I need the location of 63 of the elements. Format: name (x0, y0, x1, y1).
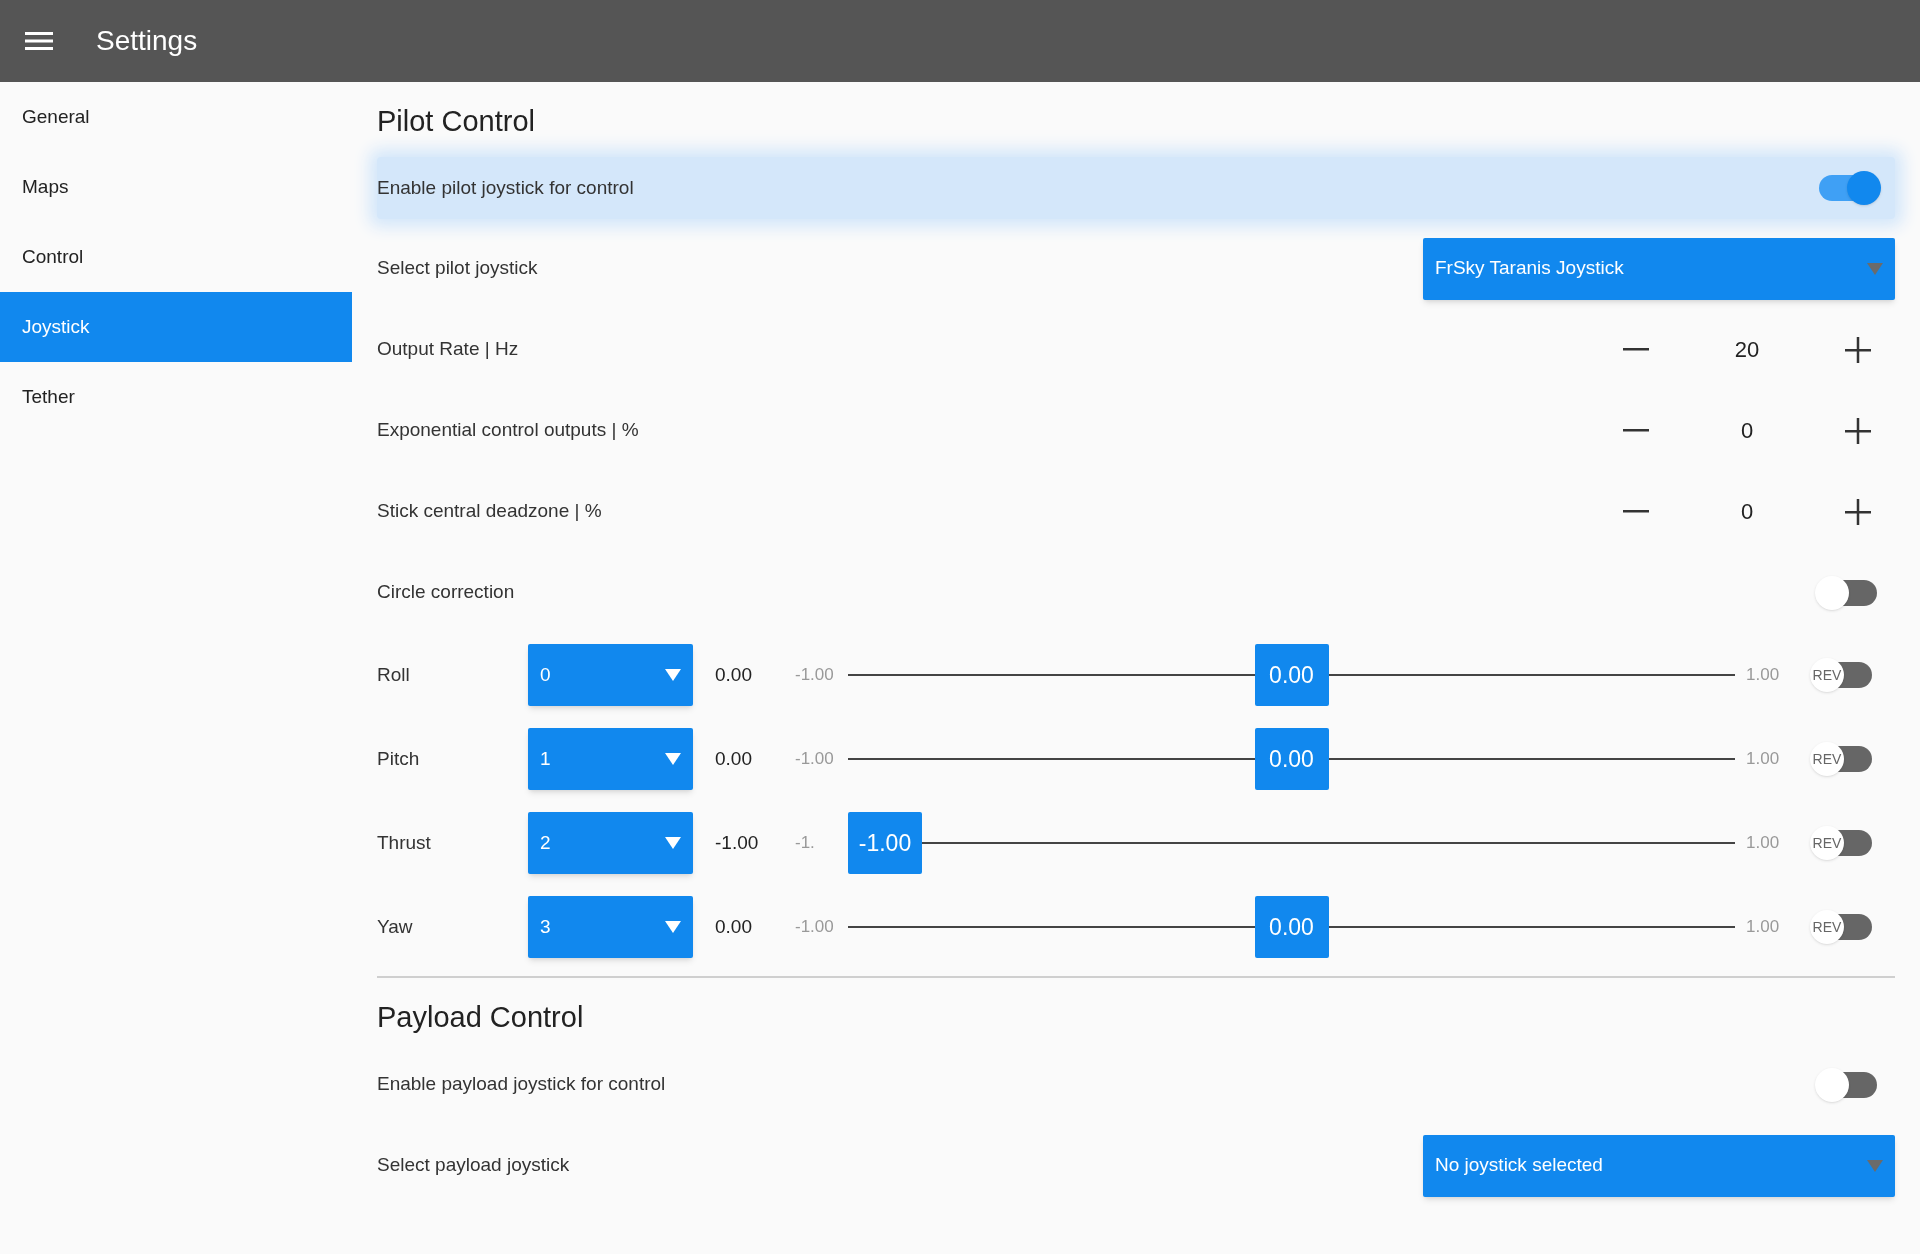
slider-min-label: -1.00 (795, 748, 835, 771)
axis-value: 0.00 (714, 746, 753, 771)
slider-min-label: -1.00 (795, 916, 835, 939)
plus-icon (1845, 417, 1871, 444)
setting-label: Circle correction (377, 580, 515, 605)
setting-label: Enable pilot joystick for control (377, 175, 634, 200)
caret-icon (1867, 1159, 1883, 1172)
slider-max-label: 1.00 (1745, 916, 1781, 939)
setting-label: Select pilot joystick (377, 256, 538, 281)
setting-label: Enable payload joystick for control (377, 1072, 666, 1097)
axis-value: 0.00 (714, 662, 753, 687)
menu-button[interactable] (24, 29, 54, 53)
caret-icon (1867, 262, 1883, 275)
sidebar-item[interactable]: Joystick (0, 292, 352, 362)
plus-icon (1845, 336, 1871, 363)
setting-label: Output Rate | Hz (377, 337, 519, 362)
axis-value: 0.00 (714, 914, 753, 939)
channel-dropdown[interactable]: 0 (528, 644, 693, 706)
slider-handle[interactable]: 0.00 (1254, 896, 1329, 958)
axis-label: Roll (377, 662, 411, 687)
minus-icon (1623, 510, 1649, 513)
slider-track[interactable]: 0.00 (848, 896, 1735, 958)
stepper-value: 0 (1739, 417, 1755, 445)
slider-min-label: -1.00 (795, 664, 835, 687)
channel-dropdown[interactable]: 2 (528, 812, 693, 874)
sidebar-item[interactable]: General (0, 82, 352, 152)
axis-label: Yaw (377, 914, 414, 939)
section-heading: Pilot Control (377, 104, 536, 140)
slider-track[interactable]: 0.00 (848, 644, 1735, 706)
sidebar-item[interactable]: Control (0, 222, 352, 292)
menu-icon (25, 31, 53, 51)
channel-dropdown[interactable]: 1 (528, 728, 693, 790)
slider-handle[interactable]: 0.00 (1254, 644, 1329, 706)
slider-handle[interactable]: 0.00 (1254, 728, 1329, 790)
stepper-value: 20 (1733, 336, 1761, 364)
axis-value: -1.00 (714, 830, 760, 855)
caret-icon (665, 921, 681, 933)
sidebar-item[interactable]: Tether (0, 362, 352, 432)
setting-label: Exponential control outputs | % (377, 418, 639, 443)
channel-dropdown[interactable]: 3 (528, 896, 693, 958)
slider-max-label: 1.00 (1745, 832, 1781, 855)
section-heading: Payload Control (377, 1000, 585, 1036)
slider-max-label: 1.00 (1745, 748, 1781, 771)
stepper-value: 0 (1739, 498, 1755, 526)
setting-label: Stick central deadzone | % (377, 499, 602, 524)
setting-label: Select payload joystick (377, 1153, 570, 1178)
slider-handle[interactable]: -1.00 (848, 812, 922, 874)
slider-track[interactable]: -1.00 (848, 812, 1735, 874)
joystick-dropdown[interactable]: No joystick selected (1423, 1134, 1895, 1197)
plus-icon (1845, 498, 1871, 525)
sidebar-item[interactable]: Maps (0, 152, 352, 222)
caret-icon (665, 837, 681, 849)
slider-min-label: -1. (795, 832, 816, 855)
minus-icon (1623, 348, 1649, 351)
joystick-dropdown[interactable]: FrSky Taranis Joystick (1423, 237, 1895, 300)
slider-track[interactable]: 0.00 (848, 728, 1735, 790)
axis-label: Pitch (377, 746, 421, 771)
app-title: Settings (96, 24, 198, 58)
axis-label: Thrust (377, 830, 432, 855)
minus-icon (1623, 429, 1649, 432)
slider-max-label: 1.00 (1745, 664, 1781, 687)
caret-icon (665, 753, 681, 765)
caret-icon (665, 669, 681, 681)
